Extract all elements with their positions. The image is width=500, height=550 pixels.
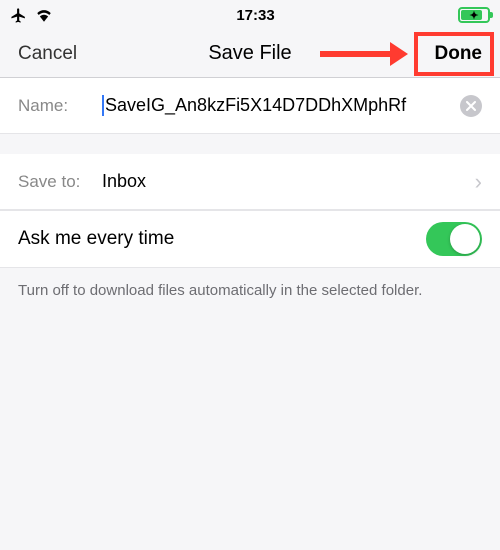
nav-bar: Cancel Save File Done — [0, 30, 500, 78]
status-time: 17:33 — [236, 7, 274, 24]
annotation-arrow — [320, 42, 408, 66]
status-right: ✦ — [458, 7, 490, 23]
cancel-button[interactable]: Cancel — [18, 43, 88, 65]
charging-icon: ✦ — [469, 9, 478, 22]
ask-every-time-toggle[interactable] — [426, 222, 482, 256]
toggle-knob — [450, 224, 480, 254]
battery-icon: ✦ — [458, 7, 490, 23]
chevron-right-icon: › — [475, 169, 482, 195]
save-to-value: Inbox — [102, 171, 475, 192]
name-input[interactable]: SaveIG_An8kzFi5X14D7DDhXMphRf — [102, 95, 452, 116]
page-title: Save File — [208, 42, 291, 65]
toggle-label: Ask me every time — [18, 228, 174, 250]
name-label: Name: — [18, 96, 102, 116]
status-left — [10, 7, 53, 24]
status-bar: 17:33 ✦ — [0, 0, 500, 30]
done-button[interactable]: Done — [412, 43, 482, 65]
save-to-row[interactable]: Save to: Inbox › — [0, 154, 500, 210]
airplane-icon — [10, 7, 27, 24]
clear-icon[interactable] — [460, 95, 482, 117]
wifi-icon — [35, 8, 53, 22]
ask-every-time-row: Ask me every time — [0, 210, 500, 268]
name-row[interactable]: Name: SaveIG_An8kzFi5X14D7DDhXMphRf — [0, 78, 500, 134]
save-to-label: Save to: — [18, 172, 102, 192]
footer-description: Turn off to download files automatically… — [0, 268, 500, 313]
